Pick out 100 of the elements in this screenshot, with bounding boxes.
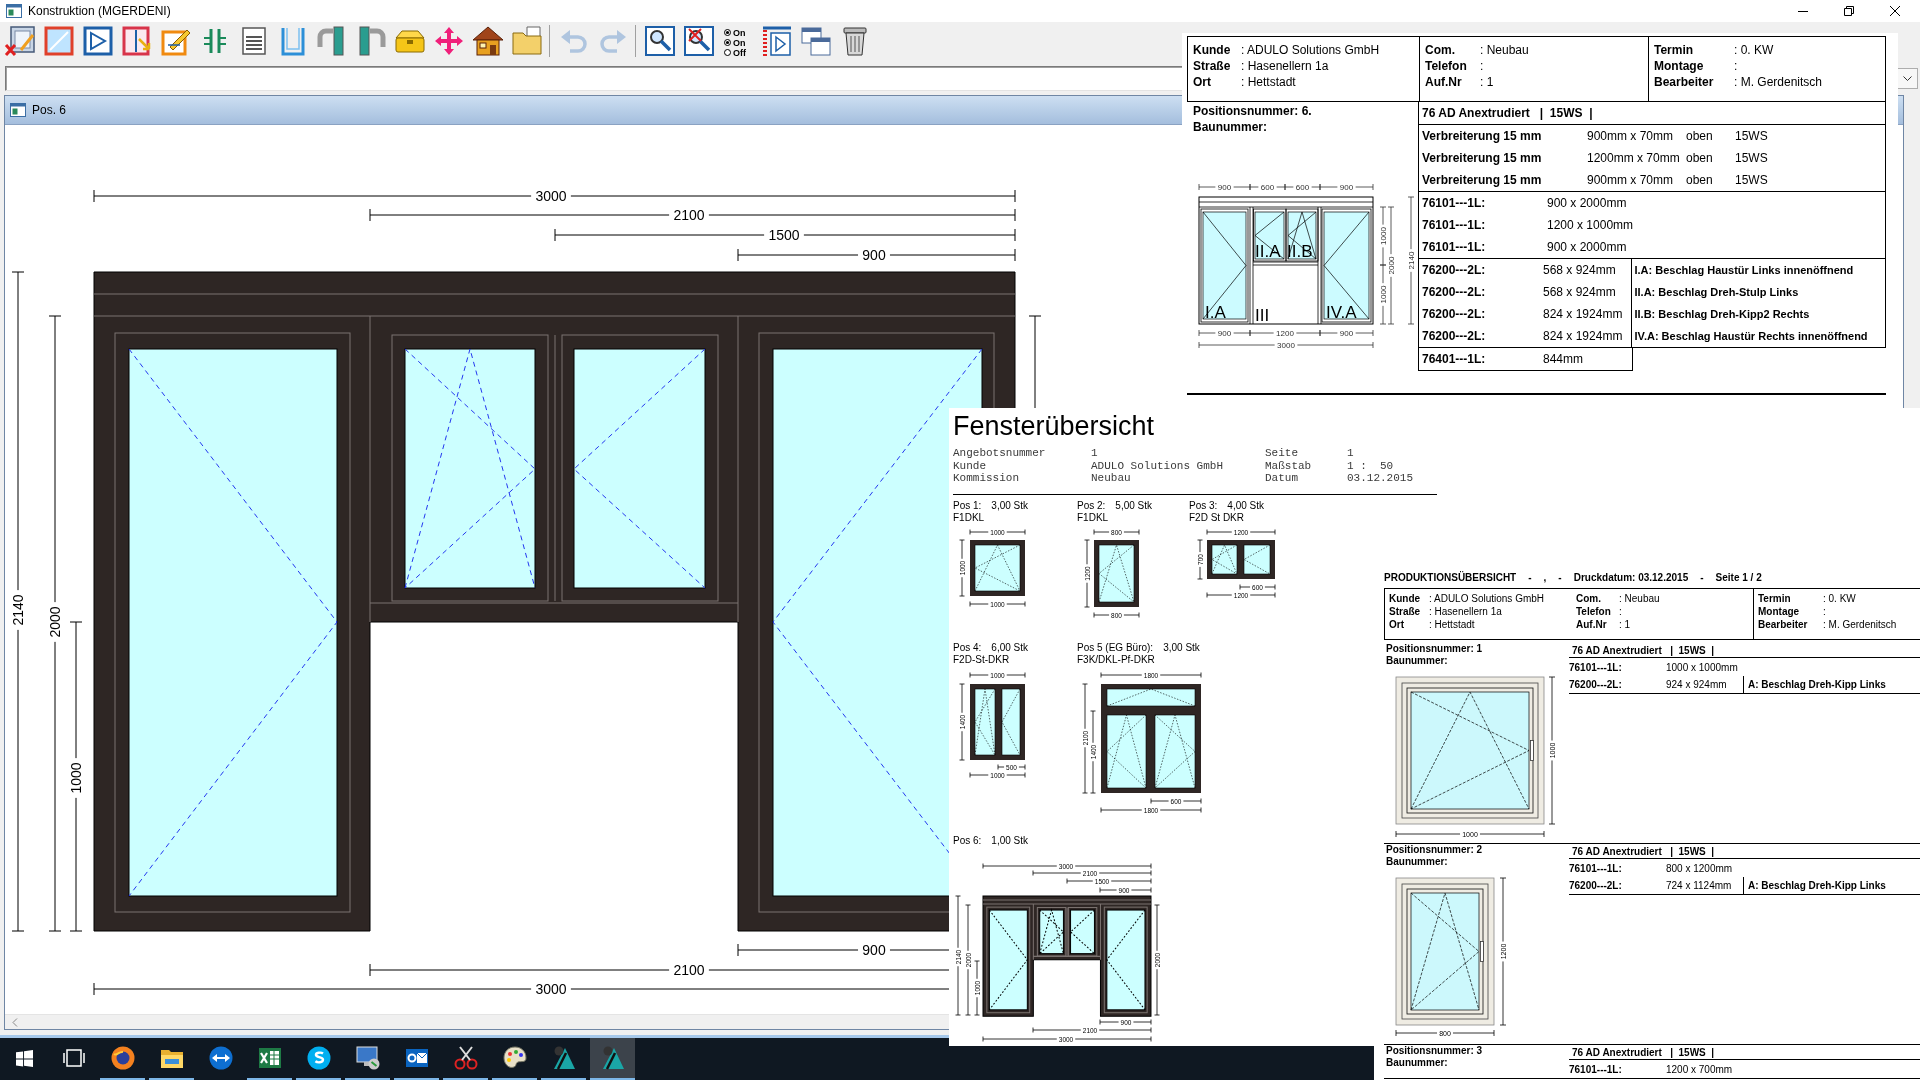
field-value: : [1480,59,1484,73]
position-label: Pos 3: [1189,500,1218,511]
chevron-down-icon [1903,75,1912,82]
globe-icon [110,1046,135,1070]
building-number: Baunummer: [1386,1057,1448,1069]
glass-pane [1001,688,1021,755]
field-label: Auf.Nr [1576,619,1608,630]
field-value: Neubau [1091,472,1131,485]
search-cross-icon [682,25,715,57]
table-cell: II.A: Beschlag Dreh-Stulp Links [1634,286,1799,298]
scissors-icon [453,1046,478,1070]
field-value: : Neubau [1619,593,1660,604]
dimension-line [969,528,1026,535]
table-cell-text: Verbreiterung 15 mm [1422,151,1543,165]
palette-icon [502,1046,527,1070]
dimension-label: 600 [1295,182,1310,192]
position-label: Pos 2: [1077,500,1106,511]
dimension-label: 1500 [768,227,800,243]
report-title: PRODUKTIONSÜBERSICHT [1384,571,1517,583]
table-cell-text: 1200mm x 70mm [1587,151,1681,165]
field-value: : Hasenellern 1a [1241,59,1329,73]
table-cell: 1000 x 1000mm [1666,661,1738,673]
position-label: Pos 1: [953,500,982,511]
field-label: Ort [1193,75,1212,89]
profile-text: 76 AD Anextrudiert | 15WS | [1569,844,1920,859]
sash-label: II.A [1255,242,1281,261]
field-label: Kommission [953,472,1019,485]
table-cell: 15WS [1735,129,1768,143]
field-label: Kunde [1193,43,1232,57]
field-value: 1 [1347,447,1354,460]
chevron-left-icon [12,1017,18,1027]
mail-icon [404,1046,429,1070]
windows-stack-icon [799,25,832,57]
dimension-label: 3000 [535,188,567,204]
glass-pane [1287,211,1317,260]
horizontal-scrollbar[interactable] [5,1014,949,1029]
field-value: : 1 [1619,619,1631,630]
window-cross-icon [3,25,36,57]
table-cell: 568 x 924mm [1543,285,1616,299]
dimension-label: 2140 [1406,251,1416,270]
dimension-line [969,600,1026,607]
table-cell: 900 x 2000mm [1547,196,1627,210]
header-text: , [1543,571,1547,583]
field-label: Com. [1425,43,1456,57]
table-cell-text: 76200---2L: [1422,285,1487,299]
table-cell-text: 924 x 924mm [1666,679,1728,690]
dimension-label: 2000 [47,606,63,638]
table-cell: A: Beschlag Dreh-Kipp Links [1743,676,1886,693]
four-panes-icon [16,1049,33,1067]
table-cell: A: Beschlag Dreh-Kipp Links [1743,877,1886,894]
close-icon [1890,6,1900,16]
table-cell: II.B: Beschlag Dreh-Kipp2 Rechts [1634,308,1810,320]
profile-text: 76 AD Anextrudiert | 15WS | [1422,106,1593,120]
field-label: Termin [1654,43,1695,57]
table-cell: 568 x 924mm [1543,263,1616,277]
dimension-label: 1000 [1378,285,1388,304]
field-label: Kunde [1389,593,1422,604]
quantity-label: 5,00 Stk [1115,500,1153,511]
table-cell-text: 76101---1L: [1422,218,1487,232]
window-type-label: F2D-St-DKR [953,653,1010,666]
quantity-label: 3,00 Stk [1163,642,1200,653]
window-type-label: F1DKL [953,511,985,524]
field-label: Straße [1389,606,1422,617]
search-icon [643,25,676,57]
table-cell-text: oben [1686,173,1714,187]
triangle-icon [551,1046,576,1070]
monitor-icon [355,1046,380,1070]
dimension-label: 3000 [1277,340,1295,350]
table-cell-text: 76200---2L: [1422,329,1487,343]
table-cell: 824 x 1924mm [1543,329,1623,343]
field-label: Telefon [1425,59,1468,73]
building-number: Baunummer: [1386,856,1448,868]
profile-text: 76 AD Anextrudiert | 15WS | [1569,1045,1920,1060]
table-cell-text: 76101---1L: [1422,240,1487,254]
field-label: Termin [1758,593,1792,604]
field-value: : 1 [1480,75,1494,89]
switch-button[interactable]: On On Off [718,23,757,59]
table-cell: I.A: Beschlag Haustür Links innenöffnend [1634,264,1854,276]
dimension-label: 1000 [1378,227,1388,245]
building-number: Baunummer: [1193,119,1268,135]
table-cell-text: 76101---1L: [1569,1063,1623,1075]
position-number: Positionsnummer: 6. [1193,103,1313,119]
taskbar-button[interactable] [590,1038,635,1080]
glass-pane [1098,544,1135,602]
dimension-label: 900 [862,942,886,958]
command-field[interactable] [5,66,1182,91]
table-cell-text: 76200---2L: [1569,679,1623,690]
dimension-label: 600 [1260,182,1275,192]
sash-label: II.B [1287,242,1313,261]
position-number: Positionsnummer: 1 [1386,643,1483,655]
field-value: : [1823,606,1826,617]
dimension-label: 2000 [1386,256,1396,275]
dimension-label: 3000 [535,981,567,997]
field-label: Com. [1576,593,1602,604]
table-cell-text: 724 x 1124mm [1666,880,1733,891]
s-curve-circle-icon [306,1046,331,1070]
field-value: : ADULO Solutions GmbH [1241,43,1380,57]
profile-text: 76 AD Anextrudiert | 15WS | [1569,643,1920,658]
position-label: Pos 4: [953,642,982,653]
field-value: : Hettstadt [1429,619,1475,630]
